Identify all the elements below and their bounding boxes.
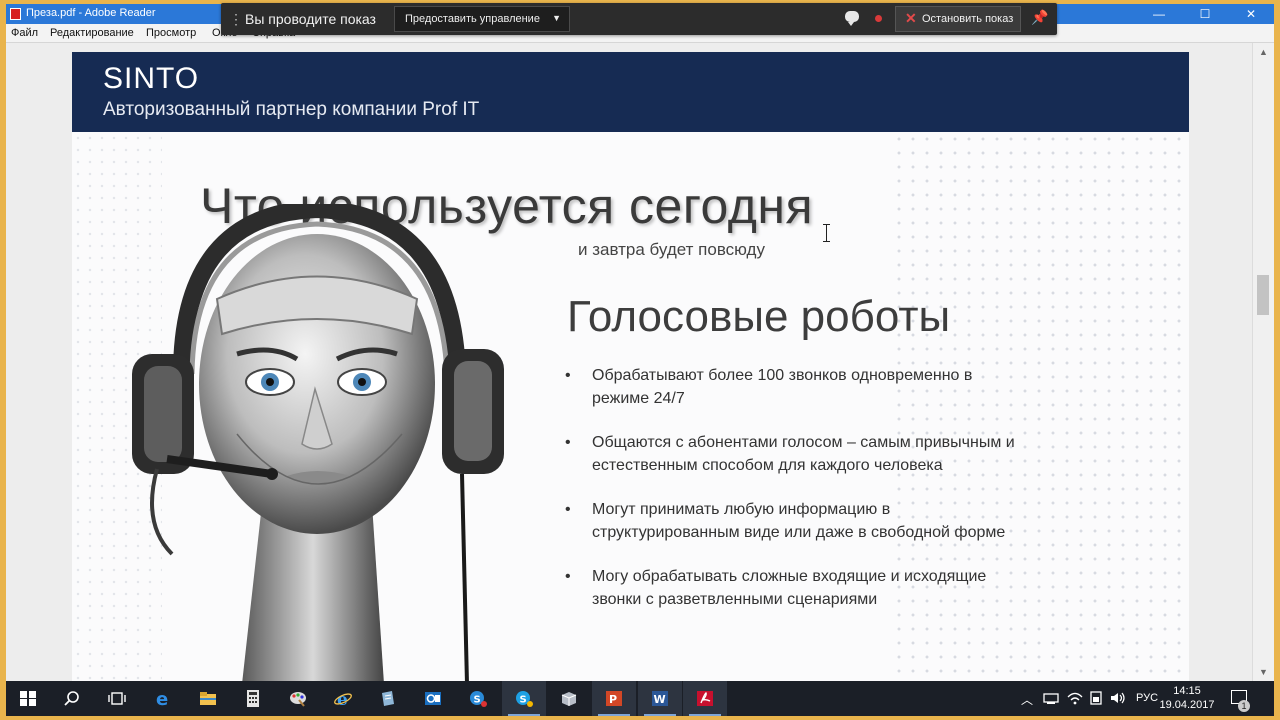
grey-app-icon <box>561 692 577 706</box>
tray-clock[interactable]: 14:15 19.04.2017 <box>1157 684 1217 712</box>
notepad-icon <box>382 691 394 706</box>
task-view-icon <box>108 692 126 705</box>
svg-text:e: e <box>156 690 168 707</box>
bullet-dot: • <box>565 568 571 585</box>
document-area[interactable]: SINTO Авторизованный партнер компании Pr… <box>6 43 1252 682</box>
notification-badge: 1 <box>1238 700 1250 712</box>
edge-icon: e <box>156 690 168 707</box>
stop-sharing-label: Остановить показ <box>922 13 1014 25</box>
recording-indicator-icon <box>875 15 882 22</box>
give-control-label: Предоставить управление <box>405 13 540 25</box>
bullet-item: • Обрабатывают более 100 звонков одноврем… <box>565 365 1025 410</box>
tray-language[interactable]: РУС <box>1136 692 1158 716</box>
pin-icon[interactable]: 📌 <box>1031 9 1048 26</box>
slide-subtitle: и завтра будет повсюду <box>578 240 765 259</box>
stop-sharing-button[interactable]: ✕ Остановить показ <box>895 6 1021 32</box>
menu-view[interactable]: Просмотр <box>146 27 196 39</box>
menu-file[interactable]: Файл <box>11 27 38 39</box>
tray-network-adapter-icon[interactable] <box>1043 692 1059 704</box>
scroll-down-icon[interactable]: ▼ <box>1253 667 1274 677</box>
section-title: Голосовые роботы <box>567 292 951 341</box>
start-button[interactable] <box>6 681 50 716</box>
bullet-item: • Могут принимать любую информацию в стру… <box>565 499 1025 544</box>
menu-edit[interactable]: Редактирование <box>50 27 134 39</box>
taskbar-word[interactable]: W <box>638 681 682 716</box>
taskbar-outlook[interactable] <box>411 681 455 716</box>
taskbar-powerpoint[interactable]: P <box>592 681 636 716</box>
clock-date: 19.04.2017 <box>1159 699 1215 711</box>
vertical-scrollbar[interactable]: ▲ ▼ <box>1252 43 1274 681</box>
adobe-reader-icon <box>10 8 21 20</box>
robot-head-image <box>132 204 504 682</box>
taskbar-calculator[interactable] <box>231 681 275 716</box>
bullet-text: Могу обрабатывать сложные входящие и исх… <box>592 568 987 608</box>
svg-text:S: S <box>474 695 481 706</box>
svg-text:W: W <box>654 693 666 706</box>
slide-header: SINTO Авторизованный партнер компании Pr… <box>72 52 1189 132</box>
slide: SINTO Авторизованный партнер компании Pr… <box>72 52 1189 682</box>
taskbar-internet-explorer[interactable]: e <box>321 681 365 716</box>
svg-text:S: S <box>520 695 527 706</box>
screen-frame: Преза.pdf - Adobe Reader — ☐ ✕ Файл Реда… <box>6 4 1274 716</box>
taskbar: e e S S P W ︿ РУС 14:15 19.04.2017 1 <box>6 681 1274 716</box>
window-title: Преза.pdf - Adobe Reader <box>26 7 156 19</box>
clock-time: 14:15 <box>1173 685 1201 697</box>
paint-icon <box>290 692 306 707</box>
bullet-text: Общаются с абонентами голосом – самым пр… <box>592 434 1015 474</box>
taskbar-skype[interactable]: S <box>502 681 546 716</box>
bullet-item: • Общаются с абонентами голосом – самым п… <box>565 432 1025 477</box>
windows-start-icon <box>20 691 36 706</box>
chat-icon[interactable] <box>845 11 859 26</box>
svg-text:P: P <box>609 693 617 706</box>
search-button[interactable] <box>50 681 94 716</box>
tray-battery-icon[interactable] <box>1089 691 1103 705</box>
taskbar-app-grey[interactable] <box>547 681 591 716</box>
scroll-up-icon[interactable]: ▲ <box>1253 47 1274 57</box>
powerpoint-icon: P <box>606 691 622 706</box>
text-cursor <box>823 224 830 242</box>
taskbar-edge[interactable]: e <box>141 681 185 716</box>
skype-business-icon: S <box>470 691 487 707</box>
maximize-button[interactable]: ☐ <box>1182 4 1228 24</box>
bullet-dot: • <box>565 367 571 384</box>
chevron-down-icon: ▼ <box>552 13 561 23</box>
calculator-icon <box>247 690 259 707</box>
taskbar-acrobat-reader[interactable] <box>683 681 727 716</box>
bullet-dot: • <box>565 434 571 451</box>
taskbar-notepad-app[interactable] <box>366 681 410 716</box>
minimize-button[interactable]: — <box>1136 4 1182 24</box>
give-control-dropdown[interactable]: Предоставить управление ▼ <box>394 6 570 32</box>
internet-explorer-icon: e <box>334 690 352 707</box>
acrobat-reader-icon <box>697 691 713 706</box>
bullet-item: • Могу обрабатывать сложные входящие и ис… <box>565 566 1025 611</box>
close-button[interactable]: ✕ <box>1228 4 1274 24</box>
skype-icon: S <box>516 691 533 707</box>
folder-icon <box>200 692 216 705</box>
brand-name: SINTO <box>103 62 200 95</box>
scrollbar-thumb[interactable] <box>1257 275 1269 315</box>
taskbar-paint[interactable] <box>276 681 320 716</box>
taskbar-skype-business[interactable]: S <box>456 681 500 716</box>
word-icon: W <box>652 691 668 706</box>
screen-share-toolbar: ⋮ Вы проводите показ Предоставить управл… <box>221 3 1057 35</box>
bullet-text: Могут принимать любую информацию в струк… <box>592 501 1006 541</box>
tray-chevron-up-icon[interactable]: ︿ <box>1021 691 1033 716</box>
partner-line: Авторизованный партнер компании Prof IT <box>103 99 480 120</box>
search-icon <box>64 691 79 706</box>
bullet-dot: • <box>565 501 571 518</box>
taskbar-file-explorer[interactable] <box>186 681 230 716</box>
close-icon: ✕ <box>905 10 917 26</box>
task-view-button[interactable] <box>95 681 139 716</box>
tray-volume-icon[interactable] <box>1110 691 1126 705</box>
bullet-list: • Обрабатывают более 100 звонков одноврем… <box>565 365 1025 633</box>
bullet-text: Обрабатывают более 100 звонков одновреме… <box>592 367 973 407</box>
presenting-status: Вы проводите показ <box>245 11 376 27</box>
outlook-icon <box>425 692 441 705</box>
tray-wifi-icon[interactable] <box>1067 691 1083 705</box>
drag-handle-icon[interactable]: ⋮ <box>229 11 243 28</box>
